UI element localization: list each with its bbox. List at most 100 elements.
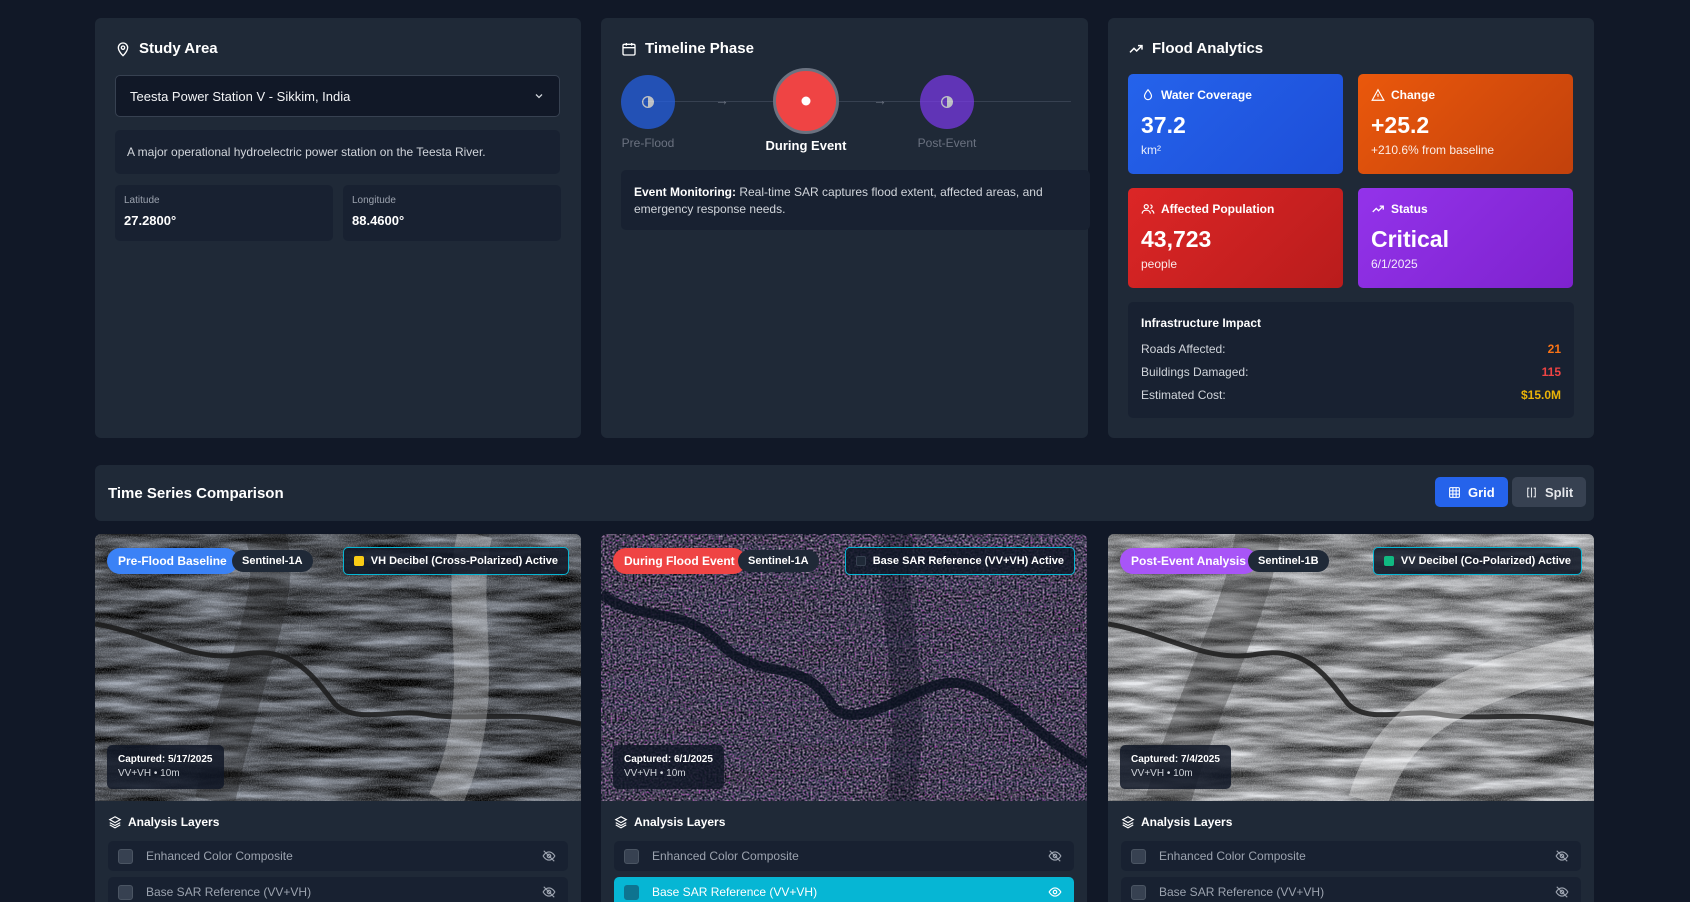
chevron-down-icon [535, 94, 543, 99]
active-layer-indicator: VH Decibel (Cross-Polarized) Active [342, 547, 569, 575]
infra-row-buildings: Buildings Damaged: 115 [1141, 365, 1561, 379]
active-layer-text: VV Decibel (Co-Polarized) Active [1400, 555, 1571, 567]
phase-badge: During Flood Event [613, 548, 746, 574]
longitude-value: 88.4600° [352, 213, 405, 228]
infra-label: Buildings Damaged: [1141, 365, 1249, 379]
capture-date: Captured: 6/1/2025 [624, 754, 713, 765]
capture-meta: VV+VH • 10m [118, 768, 180, 779]
layers-icon [614, 816, 628, 829]
eye-off-icon[interactable] [542, 885, 556, 899]
analysis-layers-panel: Analysis Layers Enhanced Color Composite… [601, 801, 1087, 902]
change-value: +25.2 [1371, 112, 1430, 138]
affected-population-card: Affected Population 43,723 people [1128, 188, 1343, 288]
map-pin-icon [117, 41, 129, 57]
phase-pre-flood-button[interactable] [621, 75, 675, 129]
layers-icon [1121, 816, 1135, 829]
layer-toggle-color-composite[interactable]: Enhanced Color Composite [1121, 841, 1581, 871]
phase-post-event-label: Post-Event [917, 136, 977, 150]
eye-off-icon[interactable] [1048, 849, 1062, 863]
location-select[interactable]: Teesta Power Station V - Sikkim, India [115, 75, 560, 117]
layer-color-swatch [353, 556, 364, 566]
layer-label: Enhanced Color Composite [146, 849, 293, 863]
eye-off-icon[interactable] [1555, 885, 1569, 899]
latitude-label: Latitude [124, 195, 160, 206]
capture-meta: VV+VH • 10m [624, 768, 686, 779]
timeline-title-text: Timeline Phase [645, 40, 754, 57]
water-coverage-unit: km² [1141, 143, 1161, 157]
layer-toggle-base-sar[interactable]: Base SAR Reference (VV+VH) [1121, 877, 1581, 902]
affected-population-title: Affected Population [1161, 202, 1275, 216]
phase-during-event-label: During Event [765, 138, 847, 153]
layer-label: Enhanced Color Composite [1159, 849, 1306, 863]
arrow-right-icon: → [873, 92, 887, 108]
status-value: Critical [1371, 226, 1449, 252]
infrastructure-impact: Infrastructure Impact Roads Affected: 21 … [1128, 302, 1574, 418]
layers-icon [108, 816, 122, 829]
droplet-icon [1143, 88, 1153, 101]
active-layer-indicator: Base SAR Reference (VV+VH) Active [844, 547, 1075, 575]
time-series-title: Time Series Comparison [108, 485, 284, 502]
analytics-title-text: Flood Analytics [1152, 40, 1264, 57]
trending-up-icon [1129, 44, 1143, 53]
change-card: Change +25.2 +210.6% from baseline [1358, 74, 1573, 174]
capture-date: Captured: 7/4/2025 [1131, 754, 1220, 765]
warning-triangle-icon [1371, 88, 1385, 101]
eye-off-icon[interactable] [542, 849, 556, 863]
analysis-layers-title: Analysis Layers [1121, 815, 1232, 829]
phase-badge: Pre-Flood Baseline [107, 548, 238, 574]
analytics-panel: Flood Analytics Water Coverage 37.2 km² … [1108, 18, 1594, 438]
eye-off-icon[interactable] [1555, 849, 1569, 863]
layer-checkbox[interactable] [624, 848, 639, 864]
capture-info: Captured: 6/1/2025 VV+VH • 10m [613, 745, 724, 789]
phase-post-event-button[interactable] [920, 75, 974, 129]
change-title: Change [1391, 88, 1436, 102]
split-view-label: Split [1545, 484, 1574, 500]
infrastructure-title: Infrastructure Impact [1141, 316, 1262, 330]
sar-image-during-event[interactable]: During Flood Event Sentinel-1A Base SAR … [601, 534, 1087, 801]
half-circle-icon [941, 96, 953, 108]
layer-checkbox[interactable] [1131, 884, 1146, 900]
layer-toggle-color-composite[interactable]: Enhanced Color Composite [614, 841, 1074, 871]
satellite-badge: Sentinel-1B [1248, 550, 1329, 572]
sar-image-post-event[interactable]: Post-Event Analysis Sentinel-1B VV Decib… [1108, 534, 1594, 801]
note-label: Event Monitoring: [634, 185, 736, 199]
latitude-box: Latitude 27.2800° [115, 185, 333, 241]
capture-date: Captured: 5/17/2025 [118, 754, 213, 765]
arrow-right-icon: → [715, 92, 729, 108]
timeline-track [641, 101, 1071, 102]
active-layer-text: VH Decibel (Cross-Polarized) Active [370, 555, 558, 567]
active-layer-text: Base SAR Reference (VV+VH) Active [872, 555, 1064, 567]
status-title: Status [1391, 202, 1428, 216]
analysis-layers-panel: Analysis Layers Enhanced Color Composite… [95, 801, 581, 902]
analysis-layers-title-text: Analysis Layers [128, 815, 220, 829]
layer-checkbox[interactable] [118, 884, 133, 900]
sar-image-pre-flood[interactable]: Pre-Flood Baseline Sentinel-1A VH Decibe… [95, 534, 581, 801]
analytics-title: Flood Analytics [1128, 40, 1263, 57]
layer-checkbox[interactable] [118, 848, 133, 864]
water-coverage-value: 37.2 [1141, 112, 1186, 138]
phase-during-event-button[interactable] [773, 68, 839, 134]
split-view-button[interactable]: Split [1512, 477, 1587, 507]
layer-toggle-base-sar[interactable]: Base SAR Reference (VV+VH) [614, 877, 1074, 902]
layer-label: Enhanced Color Composite [652, 849, 799, 863]
affected-population-sub: people [1141, 257, 1178, 271]
split-icon [1527, 487, 1536, 497]
phase-pre-flood-label: Pre-Flood [621, 136, 675, 150]
study-area-panel: Study Area Teesta Power Station V - Sikk… [95, 18, 581, 438]
layer-toggle-base-sar[interactable]: Base SAR Reference (VV+VH) [108, 877, 568, 902]
layer-label: Base SAR Reference (VV+VH) [652, 885, 818, 899]
layer-checkbox[interactable] [624, 884, 639, 900]
status-date: 6/1/2025 [1371, 257, 1418, 271]
timeline-panel: Timeline Phase Pre-Flood → During Event … [601, 18, 1090, 438]
layer-checkbox[interactable] [1131, 848, 1146, 864]
trending-up-icon [1372, 205, 1384, 213]
affected-population-value: 43,723 [1141, 226, 1212, 252]
satellite-badge: Sentinel-1A [738, 550, 819, 572]
infra-value: $15.0M [1520, 388, 1561, 402]
grid-icon [1449, 486, 1460, 498]
layer-toggle-color-composite[interactable]: Enhanced Color Composite [108, 841, 568, 871]
eye-icon[interactable] [1048, 885, 1062, 899]
infra-row-roads: Roads Affected: 21 [1141, 342, 1561, 356]
phase-badge: Post-Event Analysis [1120, 548, 1257, 574]
grid-view-button[interactable]: Grid [1435, 477, 1508, 507]
